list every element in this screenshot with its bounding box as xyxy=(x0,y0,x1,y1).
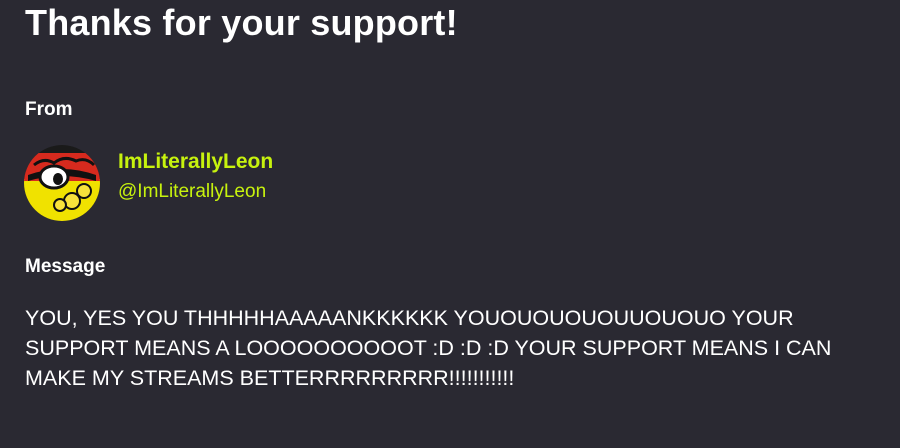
message-body: YOU, YES YOU THHHHHAAAAANKKKKKK YOUOUOUO… xyxy=(25,306,832,390)
page-title: Thanks for your support! xyxy=(25,2,458,43)
avatar[interactable] xyxy=(24,145,100,221)
from-label: From xyxy=(25,99,73,120)
avatar-icon xyxy=(24,145,100,221)
user-display-name[interactable]: ImLiterallyLeon xyxy=(118,150,273,174)
user-handle[interactable]: @ImLiterallyLeon xyxy=(118,181,266,203)
message-label: Message xyxy=(25,256,106,277)
